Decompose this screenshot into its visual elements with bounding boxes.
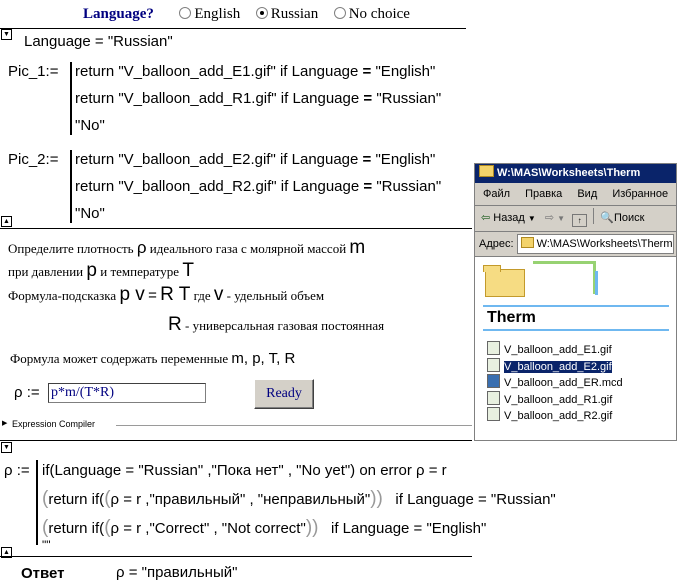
- result-label: Ответ: [21, 565, 65, 582]
- folder-icon: [479, 165, 494, 177]
- search-icon[interactable]: 🔍: [600, 212, 614, 224]
- rho-line-3: (return if((ρ = r ,"Correct" , "Not corr…: [42, 517, 487, 538]
- expand-region-icon[interactable]: ▲: [1, 216, 12, 227]
- collapse-region-icon[interactable]: ▼: [1, 29, 12, 40]
- back-arrow-icon[interactable]: ⇦: [481, 212, 490, 224]
- answer-label: ρ :=: [14, 384, 40, 401]
- task-line-3: Формула-подсказка p v = R T где v - удел…: [8, 284, 325, 305]
- file-list: V_balloon_add_E1.gif V_balloon_add_E2.gi…: [487, 341, 623, 424]
- menu-view[interactable]: Вид: [577, 188, 597, 200]
- large-folder-icon: [483, 263, 527, 297]
- address-field[interactable]: W:\MAS\Worksheets\Therm: [516, 234, 674, 255]
- region-divider-mid: [0, 228, 472, 229]
- explorer-address-bar: Адрес: W:\MAS\Worksheets\Therm: [475, 232, 676, 257]
- radio-no-choice-label: No choice: [348, 6, 410, 22]
- pic2-line-3: "No": [75, 205, 105, 222]
- radio-no-choice[interactable]: No choice: [333, 6, 410, 22]
- gif-file-icon: [487, 390, 500, 405]
- gif-file-icon: [487, 407, 500, 421]
- gif-file-icon: [487, 341, 500, 355]
- folder-name: Therm: [487, 309, 536, 326]
- explorer-menu-bar: Файл Правка Вид Избранное: [475, 183, 676, 206]
- file-item-selected[interactable]: V_balloon_add_E2.gif: [487, 357, 623, 375]
- explorer-content: Therm V_balloon_add_E1.gif V_balloon_add…: [475, 257, 676, 440]
- file-name: V_balloon_add_R1.gif: [504, 393, 613, 406]
- toolbar-separator: [593, 208, 595, 224]
- radio-english-label: English: [194, 6, 241, 22]
- file-item[interactable]: V_balloon_add_E1.gif: [487, 341, 623, 358]
- pic2-name: Pic_2:=: [8, 151, 59, 168]
- pic1-name: Pic_1:=: [8, 63, 59, 80]
- file-item[interactable]: V_balloon_add_ER.mcd: [487, 374, 623, 391]
- radio-russian[interactable]: Russian: [255, 6, 319, 22]
- pic2-line-2: return "V_balloon_add_R2.gif" if Languag…: [75, 178, 442, 195]
- ready-button[interactable]: Ready: [254, 379, 314, 409]
- folder-accent-bar-2: [483, 329, 669, 331]
- menu-favorites[interactable]: Избранное: [612, 188, 668, 200]
- rho-line-4: "": [42, 538, 51, 552]
- expand-compiler-icon[interactable]: ▶: [2, 419, 7, 427]
- forward-arrow-icon[interactable]: ⇨: [545, 212, 554, 224]
- result-value: ρ = "правильный": [116, 564, 238, 581]
- menu-edit[interactable]: Правка: [525, 188, 562, 200]
- file-name: V_balloon_add_R2.gif: [504, 410, 613, 422]
- up-folder-icon[interactable]: ↑: [572, 214, 588, 227]
- file-item[interactable]: V_balloon_add_R2.gif: [487, 407, 623, 424]
- task-line-5: Формула может содержать переменные m, p,…: [10, 350, 296, 367]
- task-line-1: Определите плотность ρ идеального газа с…: [8, 237, 366, 258]
- file-name: V_balloon_add_ER.mcd: [504, 377, 623, 389]
- rho-block-head: ρ :=: [4, 462, 30, 479]
- region-divider-lower: [0, 440, 472, 441]
- region-divider-top: [0, 28, 466, 29]
- pic1-line-1: return "V_balloon_add_E1.gif" if Languag…: [75, 63, 436, 80]
- address-folder-icon: [520, 237, 534, 249]
- pic2-line-1: return "V_balloon_add_E2.gif" if Languag…: [75, 151, 436, 168]
- rho-program-bar: [36, 460, 38, 545]
- file-name: V_balloon_add_E1.gif: [504, 344, 612, 356]
- back-dropdown-icon[interactable]: ▼: [528, 214, 536, 223]
- region-divider-bottom: [0, 556, 472, 557]
- explorer-title-bar[interactable]: W:\MAS\Worksheets\Therm: [475, 164, 676, 183]
- collapse-lower-region-icon[interactable]: ▼: [1, 442, 12, 453]
- search-button[interactable]: Поиск: [614, 212, 644, 224]
- explorer-title: W:\MAS\Worksheets\Therm: [497, 167, 641, 179]
- pic1-line-3: "No": [75, 117, 105, 134]
- folder-accent-bar: [483, 305, 669, 307]
- mcd-file-icon: [487, 374, 500, 388]
- menu-file[interactable]: Файл: [483, 188, 510, 200]
- answer-input[interactable]: [48, 383, 206, 403]
- task-line-2: при давлении p и температуре T: [8, 260, 194, 281]
- radio-russian-label: Russian: [270, 6, 319, 22]
- gif-file-icon: [487, 357, 500, 372]
- radio-english[interactable]: English: [179, 6, 240, 22]
- task-line-4: R - универсальная газовая постоянная: [168, 314, 385, 335]
- language-selector: Language? English Russian No choice: [83, 6, 410, 23]
- pic2-program-bar: [70, 150, 72, 223]
- file-name: V_balloon_add_E2.gif: [503, 359, 613, 374]
- explorer-window: W:\MAS\Worksheets\Therm Файл Правка Вид …: [474, 163, 677, 441]
- expression-compiler-label: Expression Compiler: [12, 419, 96, 429]
- address-value: W:\MAS\Worksheets\Therm: [536, 238, 673, 251]
- forward-dropdown-icon[interactable]: ▼: [557, 214, 565, 223]
- address-label: Адрес:: [479, 238, 514, 250]
- rho-line-2: (return if((ρ = r ,"правильный" , "непра…: [42, 488, 556, 509]
- decoration-blue: [571, 271, 598, 295]
- explorer-toolbar: ⇦ Назад ▼ ⇨ ▼ ↑ 🔍Поиск: [475, 206, 676, 232]
- language-question: Language?: [83, 6, 154, 22]
- pic1-line-2: return "V_balloon_add_R1.gif" if Languag…: [75, 90, 442, 107]
- rho-line-1: if(Language = "Russian" ,"Пока нет" , "N…: [42, 462, 447, 479]
- language-definition: Language = "Russian": [24, 33, 173, 50]
- compiler-divider: [116, 425, 472, 426]
- back-button[interactable]: Назад: [493, 212, 525, 224]
- pic1-program-bar: [70, 62, 72, 135]
- file-item[interactable]: V_balloon_add_R1.gif: [487, 390, 623, 408]
